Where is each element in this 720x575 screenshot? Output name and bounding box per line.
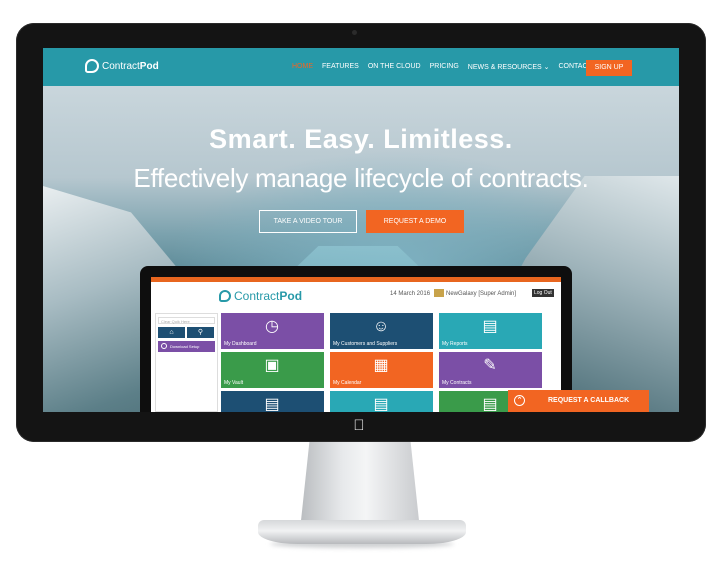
tile-my-vault[interactable]: ▣ My Vault: [221, 352, 324, 388]
tile-row3-1[interactable]: ▤: [221, 391, 324, 412]
tile-label: My Vault: [224, 380, 244, 386]
app-search-input[interactable]: Clear Quik Here: [158, 317, 215, 324]
contract-icon: ✎: [483, 357, 497, 374]
tile-label: My Dashboard: [224, 341, 257, 347]
callback-label: REQUEST A CALLBACK: [548, 397, 630, 404]
search-button[interactable]: ⚲: [187, 327, 214, 338]
vault-icon: ▣: [264, 357, 280, 374]
request-demo-button[interactable]: REQUEST A DEMO: [366, 210, 464, 233]
tile-label: My Calendar: [333, 380, 362, 386]
monitor-base: [258, 520, 466, 544]
monitor-stand: [300, 440, 420, 530]
nav-on-the-cloud[interactable]: ON THE CLOUD: [368, 63, 421, 71]
nav-features[interactable]: FEATURES: [322, 63, 359, 71]
tile-my-contracts[interactable]: ✎ My Contracts: [439, 352, 542, 388]
logo-bold: Pod: [139, 60, 159, 72]
request-callback-button[interactable]: ⌃ REQUEST A CALLBACK: [508, 390, 649, 412]
tile-my-dashboard[interactable]: ◷ My Dashboard: [221, 313, 324, 349]
calendar-icon: ▦: [373, 357, 389, 374]
tile-label: My Reports: [442, 341, 468, 347]
document-icon: ▤: [482, 396, 498, 412]
video-tour-button[interactable]: TAKE A VIDEO TOUR: [259, 210, 357, 233]
app-logo-bold: Pod: [279, 289, 303, 303]
search-icon: ⚲: [197, 329, 204, 336]
tile-my-calendar[interactable]: ▦ My Calendar: [330, 352, 433, 388]
tile-row3-2[interactable]: ▤: [330, 391, 433, 412]
navbar: ContractPod HOME FEATURES ON THE CLOUD P…: [43, 48, 679, 86]
nav-links: HOME FEATURES ON THE CLOUD PRICING NEWS …: [292, 63, 612, 71]
download-label: Download Setup: [170, 344, 200, 349]
nav-pricing[interactable]: PRICING: [430, 63, 459, 71]
app-preview-screen: ContractPod 14 March 2016 NewGalaxy [Sup…: [151, 277, 561, 412]
download-setup-button[interactable]: Download Setup: [158, 341, 215, 352]
app-logo-icon: [219, 290, 231, 302]
app-logo-prefix: Contract: [234, 289, 280, 303]
app-date: 14 March 2016: [390, 291, 431, 297]
download-icon: [161, 343, 167, 349]
website-screen: ContractPod HOME FEATURES ON THE CLOUD P…: [43, 48, 679, 412]
tile-my-customers[interactable]: ☺ My Customers and Suppliers: [330, 313, 433, 349]
hero-subtitle: Effectively manage lifecycle of contract…: [133, 163, 589, 193]
camera-icon: [352, 30, 357, 35]
tile-my-reports[interactable]: ▤ My Reports: [439, 313, 542, 349]
logo-prefix: Contract: [102, 60, 140, 72]
app-sidebar: Clear Quik Here ⌂ ⚲ Download Setup: [155, 313, 218, 412]
app-user: NewGalaxy [Super Admin]: [446, 291, 517, 297]
nav-news-resources[interactable]: NEWS & RESOURCES ⌄: [468, 63, 550, 71]
tile-label: My Customers and Suppliers: [333, 341, 398, 347]
logout-button[interactable]: Log Out: [532, 289, 554, 297]
nav-home[interactable]: HOME: [292, 63, 313, 71]
app-logo: ContractPod: [219, 289, 302, 303]
people-icon: ☺: [372, 318, 390, 335]
site-logo[interactable]: ContractPod: [85, 59, 159, 73]
home-icon: ⌂: [169, 329, 174, 336]
chevron-up-icon: ⌃: [514, 395, 525, 406]
app-topbar: [151, 277, 561, 282]
tile-label: My Contracts: [442, 380, 472, 386]
document-icon: ▤: [373, 396, 389, 412]
logo-icon: [85, 59, 99, 73]
signup-button[interactable]: SIGN UP: [586, 60, 632, 76]
speedometer-icon: ◷: [265, 318, 279, 335]
hero-title: Smart. Easy. Limitless.: [209, 124, 513, 154]
report-icon: ▤: [482, 318, 498, 335]
home-button[interactable]: ⌂: [158, 327, 185, 338]
user-avatar: [434, 289, 444, 297]
document-icon: ▤: [264, 396, 280, 412]
apple-logo-icon: : [351, 417, 367, 435]
